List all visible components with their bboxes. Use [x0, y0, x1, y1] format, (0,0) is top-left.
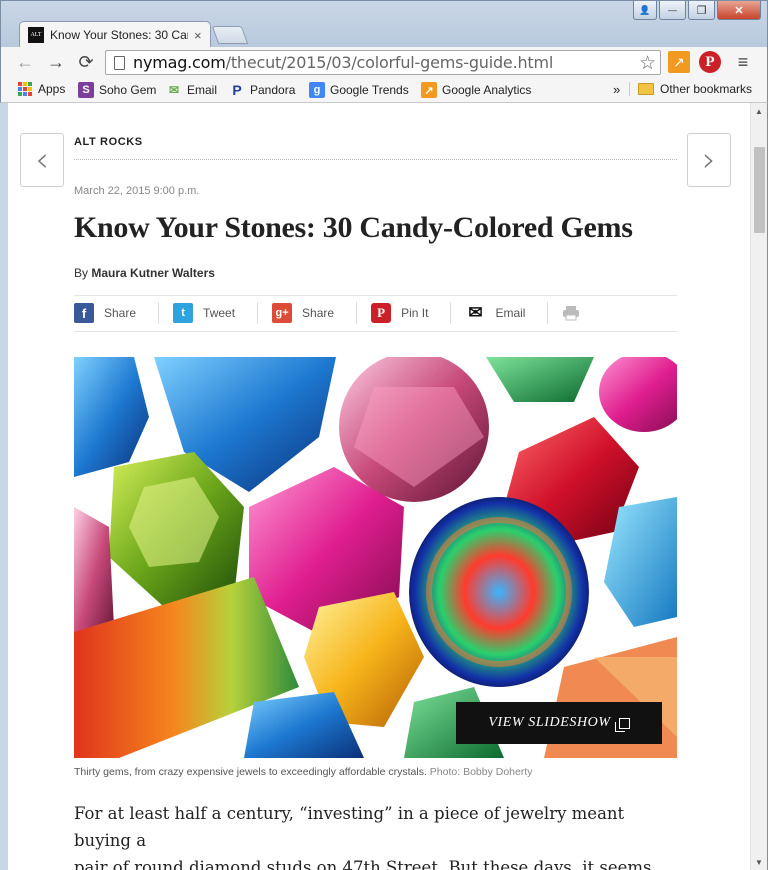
vertical-scrollbar[interactable]: ▲ ▼ [750, 103, 767, 870]
bookmark-label: Google Trends [330, 83, 409, 97]
hero-image[interactable]: VIEW SLIDESHOW [74, 357, 677, 758]
share-label: Tweet [203, 306, 236, 320]
pinterest-extension-icon[interactable]: P [699, 51, 721, 73]
new-tab-button[interactable] [211, 26, 249, 44]
next-article-button[interactable]: › [687, 133, 731, 187]
photo-credit: Photo: Bobby Doherty [429, 766, 533, 778]
google-plus-icon: g+ [272, 303, 293, 323]
scroll-up-icon[interactable]: ▲ [751, 103, 767, 119]
user-icon: 👤 [639, 4, 651, 15]
minimize-icon: — [668, 5, 677, 15]
page-viewport: ‹ › ALT ROCKS March 22, 2015 9:00 p.m. K… [0, 103, 768, 870]
pandora-icon: P [232, 82, 242, 98]
share-label: Pin It [401, 306, 429, 320]
previous-article-button[interactable]: ‹ [20, 133, 64, 187]
google-analytics-icon: ↗ [421, 82, 437, 98]
url-text: nymag.com/thecut/2015/03/colorful-gems-g… [133, 53, 554, 72]
close-window-button[interactable]: ✕ [717, 1, 761, 20]
reload-button[interactable]: ⟳ [74, 51, 98, 73]
article-headline: Know Your Stones: 30 Candy-Colored Gems [74, 211, 633, 244]
bookmark-label: Google Analytics [442, 83, 532, 97]
article-byline: By Maura Kutner Walters [74, 266, 215, 280]
bookmark-google-trends[interactable]: g Google Trends [309, 82, 409, 98]
forward-arrow-icon: → [47, 51, 65, 72]
other-bookmarks[interactable]: Other bookmarks [629, 82, 752, 96]
scrollbar-thumb[interactable] [754, 147, 765, 233]
chevron-right-icon: › [702, 140, 716, 180]
article-date: March 22, 2015 9:00 p.m. [74, 185, 200, 197]
share-divider-top [74, 295, 677, 296]
print-icon [563, 306, 580, 321]
bookmark-pandora[interactable]: P Pandora [229, 82, 295, 98]
share-label: Share [302, 306, 335, 320]
tab-title: Know Your Stones: 30 Can [50, 28, 188, 42]
facebook-icon: f [74, 303, 94, 323]
body-line: For at least half a century, “investing”… [74, 804, 625, 850]
email-icon: ✉ [168, 83, 180, 97]
bookmarks-overflow-button[interactable]: » [613, 82, 620, 97]
bookmark-label: Pandora [250, 83, 296, 97]
chevron-left-icon: ‹ [35, 140, 49, 180]
body-line: pair of round diamond studs on 47th Stre… [74, 858, 652, 870]
share-bar: f Share t Tweet g+ Share P Pin It ✉ Emai… [74, 302, 616, 324]
bookmark-email[interactable]: ✉ Email [166, 82, 217, 98]
email-icon: ✉ [468, 303, 483, 322]
bookmark-label: Soho Gem [99, 83, 157, 97]
apps-grid-icon [18, 82, 32, 96]
email-share-button[interactable]: ✉ Email [465, 302, 549, 324]
maximize-button[interactable]: ❐ [688, 1, 715, 20]
facebook-share-button[interactable]: f Share [74, 302, 160, 324]
bookmarks-bar: Apps S Soho Gem ✉ Email P Pandora g Goog… [0, 78, 768, 103]
bookmark-label: Apps [38, 82, 66, 96]
window-controls: 👤 — ❐ ✕ [633, 1, 761, 20]
browser-titlebar: 👤 — ❐ ✕ ALT Know Your Stones: 30 Can × [0, 0, 768, 48]
caption-text: Thirty gems, from crazy expensive jewels… [74, 766, 427, 778]
maximize-icon: ❐ [696, 4, 707, 17]
article-kicker[interactable]: ALT ROCKS [74, 136, 143, 148]
page-icon [114, 55, 125, 70]
forward-button[interactable]: → [44, 51, 68, 73]
bookmark-label: Email [187, 83, 218, 97]
pinterest-share-button[interactable]: P Pin It [371, 302, 452, 324]
close-icon: ✕ [734, 4, 744, 17]
folder-icon [638, 83, 654, 95]
bookmark-soho-gem[interactable]: S Soho Gem [78, 82, 156, 98]
kicker-divider [74, 159, 677, 160]
article-body: For at least half a century, “investing”… [74, 800, 677, 870]
share-divider-bottom [74, 331, 677, 332]
pinterest-icon: P [371, 303, 392, 323]
slideshow-icon [614, 717, 630, 732]
chrome-menu-icon[interactable]: ≡ [732, 51, 754, 73]
gems-photo [74, 357, 677, 758]
reload-icon: ⟳ [78, 51, 94, 72]
other-bookmarks-label: Other bookmarks [660, 82, 753, 96]
address-bar[interactable]: nymag.com/thecut/2015/03/colorful-gems-g… [105, 50, 661, 75]
bookmark-apps[interactable]: Apps [18, 82, 65, 96]
image-caption: Thirty gems, from crazy expensive jewels… [74, 766, 533, 778]
tab-close-icon[interactable]: × [194, 28, 202, 43]
google-trends-icon: g [309, 82, 325, 98]
twitter-icon: t [173, 303, 194, 323]
print-button[interactable] [562, 302, 602, 324]
analytics-extension-icon[interactable]: ↗ [668, 51, 690, 73]
byline-prefix: By [74, 266, 89, 280]
bookmark-star-icon[interactable]: ☆ [639, 52, 656, 75]
site-favicon-icon: ALT [28, 27, 44, 43]
google-plus-share-button[interactable]: g+ Share [272, 302, 358, 324]
share-label: Email [495, 306, 526, 320]
browser-toolbar: ← → ⟳ nymag.com/thecut/2015/03/colorful-… [0, 47, 768, 78]
slideshow-label: VIEW SLIDESHOW [488, 715, 611, 730]
twitter-share-button[interactable]: t Tweet [173, 302, 259, 324]
profile-button[interactable]: 👤 [633, 1, 657, 20]
back-button[interactable]: ← [13, 51, 37, 73]
share-label: Share [104, 306, 137, 320]
scroll-down-icon[interactable]: ▼ [751, 854, 767, 870]
view-slideshow-button[interactable]: VIEW SLIDESHOW [456, 702, 662, 744]
soho-gem-icon: S [78, 82, 94, 98]
browser-tab[interactable]: ALT Know Your Stones: 30 Can × [19, 21, 211, 48]
bookmark-google-analytics[interactable]: ↗ Google Analytics [421, 82, 531, 98]
back-arrow-icon: ← [16, 51, 34, 72]
minimize-button[interactable]: — [659, 1, 686, 20]
author-link[interactable]: Maura Kutner Walters [91, 266, 215, 280]
